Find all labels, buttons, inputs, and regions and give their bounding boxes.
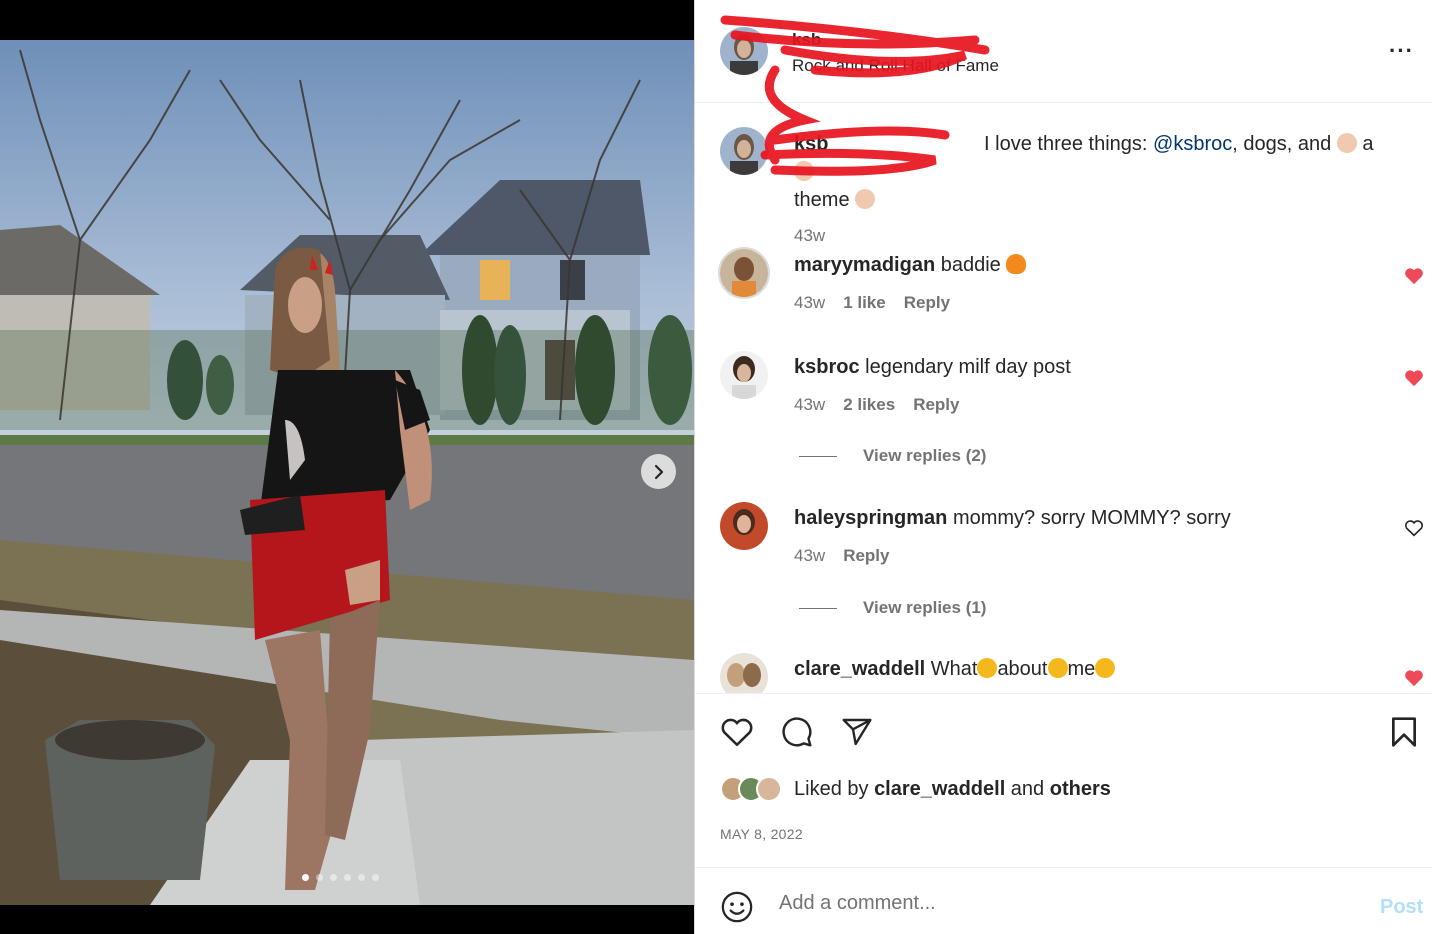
emoji-icon[interactable] <box>720 890 754 924</box>
clap-emoji <box>977 658 998 678</box>
view-replies-button[interactable]: View replies (1) <box>799 598 986 618</box>
caption-time: 43w <box>794 226 826 245</box>
comments-list[interactable]: ksb I love three things: @ksbroc, dogs, … <box>695 103 1432 693</box>
author-username[interactable]: ksb <box>792 30 821 50</box>
liked-by-text: Liked by clare_waddell and others <box>794 778 1111 801</box>
comment-composer: Post <box>695 868 1432 934</box>
more-options-icon[interactable]: ··· <box>1389 38 1414 64</box>
caption-text-part: theme <box>794 189 850 211</box>
comment-avatar[interactable] <box>718 247 770 299</box>
comment-avatar[interactable] <box>720 653 768 693</box>
liked-by-prefix: Liked by <box>794 777 875 800</box>
comment-text: haleyspringman mommy? sorry MOMMY? sorry <box>794 507 1231 530</box>
comment-body: legendary milf day post <box>865 356 1071 378</box>
comment-username[interactable]: ksbroc <box>794 356 860 378</box>
post-actions: Liked by clare_waddell and others MAY 8,… <box>695 693 1432 868</box>
bookmark-icon[interactable] <box>1389 716 1419 748</box>
view-replies-button[interactable]: View replies (2) <box>799 446 986 466</box>
caption-username[interactable]: ksb <box>794 133 828 155</box>
replies-divider <box>799 607 837 609</box>
comment-text: ksbroc legendary milf day post <box>794 356 1071 379</box>
comment-body: mommy? sorry MOMMY? sorry <box>952 507 1231 529</box>
comment-meta: 43w 2 likes Reply <box>794 395 959 415</box>
comment-username[interactable]: haleyspringman <box>794 507 947 529</box>
liker-avatar <box>756 776 782 802</box>
liked-heart-icon[interactable] <box>1404 369 1424 387</box>
carousel-dot <box>302 874 309 881</box>
comment-meta: 43w 1 like Reply <box>794 293 950 313</box>
reply-button[interactable]: Reply <box>913 395 959 415</box>
clap-emoji <box>1047 658 1068 678</box>
comment-body: baddie <box>940 254 1001 276</box>
caption-text-part: , dogs, and <box>1232 133 1337 155</box>
caption-author-avatar[interactable] <box>720 127 768 175</box>
carousel-dot <box>358 874 365 881</box>
comment-time: 43w <box>794 395 826 414</box>
caption-text-part: a <box>1362 133 1374 155</box>
next-image-button[interactable] <box>641 454 676 489</box>
carousel-dot <box>330 874 337 881</box>
post-sidebar: ksb Rock and Roll Hall of Fame ··· ksb I… <box>694 0 1432 934</box>
comment-meta: 43w Reply <box>794 546 889 566</box>
comment-body: me <box>1067 658 1096 680</box>
comment-avatar[interactable] <box>720 351 768 399</box>
replies-divider <box>799 455 837 457</box>
heart-icon[interactable] <box>720 716 754 748</box>
post-comment-button[interactable]: Post <box>1380 896 1423 919</box>
caption-text-part: I love three things: <box>984 133 1154 155</box>
reply-button[interactable]: Reply <box>843 546 889 566</box>
photo-illustration <box>0 40 694 905</box>
liked-heart-icon[interactable] <box>1404 267 1424 285</box>
heart-outline-icon[interactable] <box>1404 519 1424 537</box>
comment-username[interactable]: maryymadigan <box>794 254 935 276</box>
post-media <box>0 0 694 934</box>
view-replies-label: View replies (2) <box>863 446 987 465</box>
comment-time: 43w <box>794 293 826 312</box>
post-photo[interactable] <box>0 40 694 905</box>
share-icon[interactable] <box>841 716 873 748</box>
view-replies-label: View replies (1) <box>863 598 987 617</box>
carousel-dot <box>372 874 379 881</box>
comment-username[interactable]: clare_waddell <box>794 658 925 680</box>
clap-emoji <box>1095 658 1116 678</box>
reply-button[interactable]: Reply <box>904 293 950 313</box>
carousel-indicators <box>302 874 379 881</box>
comment-icon[interactable] <box>781 716 813 748</box>
liked-by-and: and <box>1005 777 1050 800</box>
clap-emoji <box>855 189 876 209</box>
comment-likes-count[interactable]: 2 likes <box>843 395 895 415</box>
carousel-dot <box>316 874 323 881</box>
caption-text: ksb I love three things: @ksbroc, dogs, … <box>794 130 1394 250</box>
comment-body: about <box>997 658 1048 680</box>
comment-text: clare_waddell What about me <box>794 658 1116 681</box>
liker-username[interactable]: clare_waddell <box>874 778 1005 800</box>
comment-body: What <box>930 658 978 680</box>
likers-others-link[interactable]: others <box>1050 778 1111 800</box>
fire-emoji <box>1006 254 1027 274</box>
liked-heart-icon[interactable] <box>1404 669 1424 687</box>
clap-emoji <box>1336 133 1357 153</box>
liked-by-row: Liked by clare_waddell and others <box>720 776 1111 802</box>
next-arrow-icon <box>654 464 663 479</box>
author-avatar[interactable] <box>720 27 768 75</box>
clap-emoji <box>794 161 814 181</box>
post-date: MAY 8, 2022 <box>720 826 803 842</box>
mention-link[interactable]: @ksbroc <box>1153 133 1232 155</box>
carousel-dot <box>344 874 351 881</box>
post-location[interactable]: Rock and Roll Hall of Fame <box>792 56 999 76</box>
comment-likes-count[interactable]: 1 like <box>843 293 886 313</box>
comment-text: maryymadigan baddie <box>794 254 1027 277</box>
comment-time: 43w <box>794 546 826 565</box>
comment-avatar[interactable] <box>720 502 768 550</box>
post-header: ksb Rock and Roll Hall of Fame ··· <box>695 0 1432 103</box>
comment-input[interactable] <box>779 892 1339 915</box>
